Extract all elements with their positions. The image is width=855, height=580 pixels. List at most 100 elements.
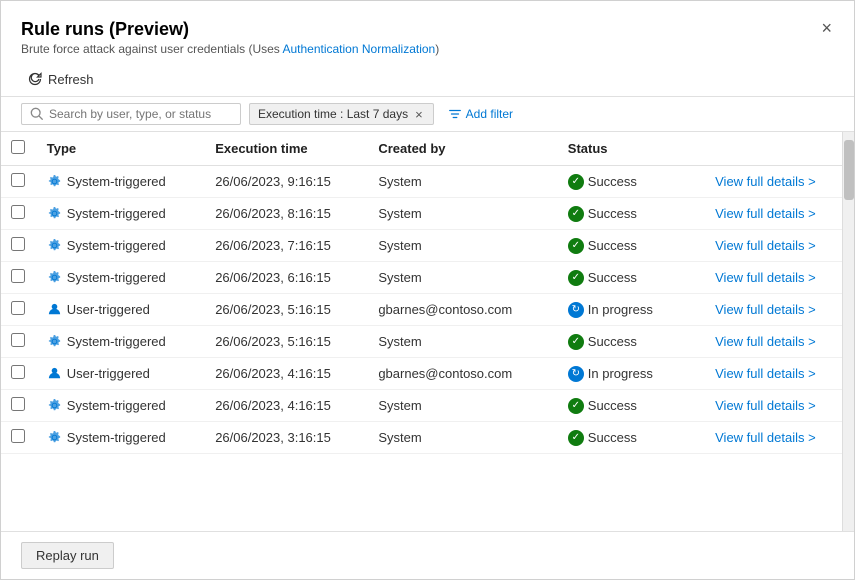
filter-bar: Execution time : Last 7 days × Add filte… [1, 97, 854, 132]
action-cell: View full details > [705, 326, 842, 358]
view-full-details-link[interactable]: View full details > [715, 334, 816, 349]
status-label: Success [588, 206, 637, 221]
row-checkbox[interactable] [11, 205, 25, 219]
chip-close-button[interactable]: × [413, 108, 425, 121]
created-by-cell: System [368, 262, 557, 294]
status-badge: ↻In progress [568, 366, 695, 382]
created-by-cell: System [368, 422, 557, 454]
status-cell: ✓ Success [558, 198, 705, 230]
success-icon: ✓ [568, 334, 584, 350]
action-cell: View full details > [705, 166, 842, 198]
status-label: Success [588, 430, 637, 445]
table-container: Type Execution time Created by Status Sy… [1, 132, 842, 531]
table-row: System-triggered26/06/2023, 8:16:15Syste… [1, 198, 842, 230]
row-checkbox[interactable] [11, 301, 25, 315]
type-cell: System-triggered [47, 238, 195, 253]
status-label: In progress [588, 302, 653, 317]
created-by-cell: gbarnes@contoso.com [368, 358, 557, 390]
scrollbar-thumb[interactable] [844, 140, 854, 200]
status-badge: ✓Success [568, 238, 695, 254]
row-checkbox[interactable] [11, 333, 25, 347]
header-checkbox-cell [1, 132, 37, 166]
replay-run-button[interactable]: Replay run [21, 542, 114, 569]
add-filter-button[interactable]: Add filter [442, 104, 519, 124]
view-full-details-link[interactable]: View full details > [715, 174, 816, 189]
created-by-cell: gbarnes@contoso.com [368, 294, 557, 326]
success-icon: ✓ [568, 206, 584, 222]
view-full-details-link[interactable]: View full details > [715, 238, 816, 253]
table-row: System-triggered26/06/2023, 4:16:15Syste… [1, 390, 842, 422]
row-checkbox[interactable] [11, 397, 25, 411]
status-cell: ✓Success [558, 390, 705, 422]
type-label: System-triggered [67, 270, 166, 285]
exec-time-cell: 26/06/2023, 3:16:15 [205, 422, 368, 454]
action-cell: View full details > [705, 262, 842, 294]
search-input[interactable] [49, 107, 219, 121]
gear-icon [47, 334, 62, 349]
status-badge: ✓Success [568, 398, 695, 414]
status-badge: ✓Success [568, 174, 695, 190]
view-full-details-link[interactable]: View full details > [715, 270, 816, 285]
status-cell: ↻ In progress [558, 294, 705, 326]
status-badge: ↻ In progress [568, 302, 695, 318]
table-row: System-triggered 26/06/2023, 6:16:15Syste… [1, 262, 842, 294]
status-badge: ✓Success [568, 270, 695, 286]
status-cell: ✓Success [558, 326, 705, 358]
user-icon [47, 302, 62, 317]
rule-runs-dialog: Rule runs (Preview) × Brute force attack… [0, 0, 855, 580]
dialog-title: Rule runs (Preview) [21, 19, 189, 39]
created-by-cell: System [368, 230, 557, 262]
table-row: System-triggered 26/06/2023, 5:16:15Syste… [1, 326, 842, 358]
execution-time-chip: Execution time : Last 7 days × [249, 103, 434, 125]
success-icon: ✓ [568, 430, 584, 446]
status-badge: ✓ Success [568, 206, 695, 222]
action-cell: View full details > [705, 294, 842, 326]
close-button[interactable]: × [815, 17, 838, 39]
status-badge: ✓Success [568, 334, 695, 350]
type-cell: System-triggered [47, 430, 195, 445]
scrollbar-track[interactable] [842, 132, 854, 531]
exec-time-cell: 26/06/2023, 5:16:15 [205, 326, 368, 358]
refresh-button[interactable]: Refresh [21, 68, 100, 90]
gear-icon [47, 398, 62, 413]
table-body: System-triggered26/06/2023, 9:16:15Syste… [1, 166, 842, 454]
refresh-label: Refresh [48, 72, 94, 87]
type-label: System-triggered [67, 334, 166, 349]
view-full-details-link[interactable]: View full details > [715, 206, 816, 221]
table-area: Type Execution time Created by Status Sy… [1, 132, 854, 531]
table-row: System-triggered 26/06/2023, 7:16:15Syste… [1, 230, 842, 262]
row-checkbox[interactable] [11, 173, 25, 187]
type-cell: System-triggered [47, 174, 195, 189]
status-cell: ✓Success [558, 262, 705, 294]
inprogress-icon: ↻ [568, 302, 584, 318]
view-full-details-link[interactable]: View full details > [715, 302, 816, 317]
table-row: User-triggered26/06/2023, 4:16:15gbarnes… [1, 358, 842, 390]
exec-time-cell: 26/06/2023, 7:16:15 [205, 230, 368, 262]
view-full-details-link[interactable]: View full details > [715, 430, 816, 445]
created-by-cell: System [368, 326, 557, 358]
gear-icon [47, 174, 62, 189]
gear-icon [47, 430, 62, 445]
status-label: Success [588, 238, 637, 253]
row-checkbox[interactable] [11, 237, 25, 251]
gear-icon [47, 238, 62, 253]
type-label: User-triggered [67, 302, 150, 317]
filter-icon [448, 107, 462, 121]
action-cell: View full details > [705, 358, 842, 390]
row-checkbox[interactable] [11, 429, 25, 443]
success-icon: ✓ [568, 398, 584, 414]
search-box[interactable] [21, 103, 241, 125]
select-all-checkbox[interactable] [11, 140, 25, 154]
row-checkbox[interactable] [11, 365, 25, 379]
view-full-details-link[interactable]: View full details > [715, 398, 816, 413]
table-header-row: Type Execution time Created by Status [1, 132, 842, 166]
action-cell: View full details > [705, 198, 842, 230]
exec-time-cell: 26/06/2023, 4:16:15 [205, 390, 368, 422]
row-checkbox[interactable] [11, 269, 25, 283]
col-header-created-by: Created by [368, 132, 557, 166]
view-full-details-link[interactable]: View full details > [715, 366, 816, 381]
exec-time-cell: 26/06/2023, 6:16:15 [205, 262, 368, 294]
auth-normalization-link[interactable]: Authentication Normalization [282, 42, 435, 56]
status-cell: ✓Success [558, 166, 705, 198]
status-label: Success [588, 270, 637, 285]
